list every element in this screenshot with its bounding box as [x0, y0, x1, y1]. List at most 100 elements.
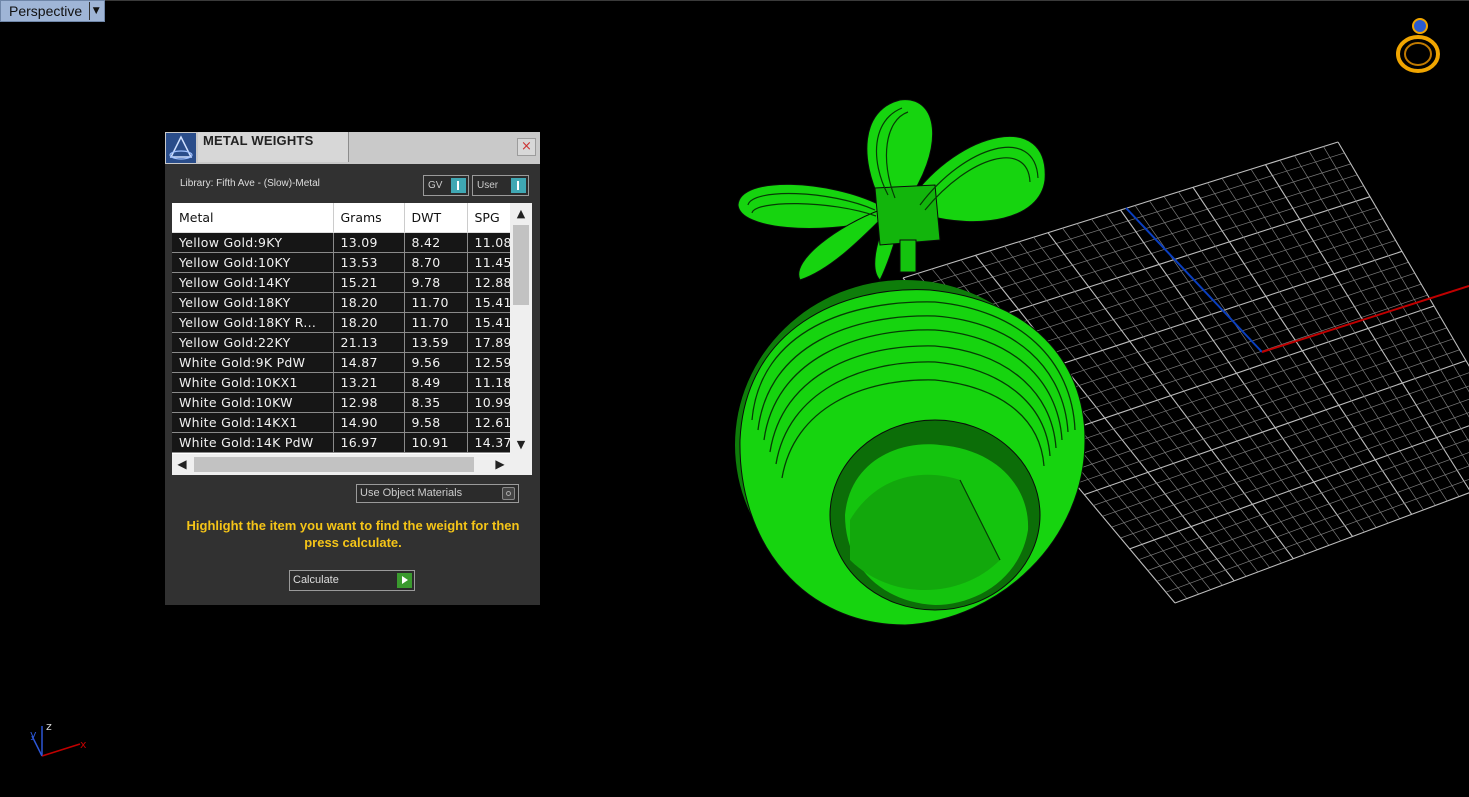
cell-grams[interactable]: 21.13: [333, 332, 405, 353]
table-row[interactable]: White Gold:9K PdW 14.87 9.56 12.59: [172, 352, 511, 373]
metal-table: Metal Grams DWT SPG Yellow Gold:9KY 13.09…: [172, 203, 532, 475]
cell-spg[interactable]: 17.89: [467, 332, 511, 353]
cell-grams[interactable]: 14.90: [333, 412, 405, 433]
grid-x-axis-line: [1261, 285, 1469, 353]
cell-metal[interactable]: White Gold:10KW: [172, 392, 334, 413]
cell-dwt[interactable]: 8.42: [404, 232, 468, 253]
grid-y-axis-line: [1125, 207, 1263, 353]
cell-grams[interactable]: 13.21: [333, 372, 405, 393]
cell-metal[interactable]: Yellow Gold:18KY: [172, 292, 334, 313]
cell-metal[interactable]: Yellow Gold:9KY: [172, 232, 334, 253]
metal-weights-dialog: METAL WEIGHTS × Library: Fifth Ave - (Sl…: [165, 132, 540, 605]
user-toggle-label: User: [477, 180, 499, 191]
calculate-button[interactable]: Calculate: [289, 570, 415, 591]
cell-grams[interactable]: 18.20: [333, 312, 405, 333]
cell-grams[interactable]: 16.97: [333, 432, 405, 453]
table-row[interactable]: Yellow Gold:18KY 18.20 11.70 15.41: [172, 292, 511, 313]
table-row[interactable]: White Gold:14K PdW 16.97 10.91 14.37: [172, 432, 511, 453]
cell-spg[interactable]: 12.59: [467, 352, 511, 373]
cell-spg[interactable]: 11.08: [467, 232, 511, 253]
cell-metal[interactable]: White Gold:10KX1: [172, 372, 334, 393]
use-object-materials-label: Use Object Materials: [360, 487, 463, 499]
cell-dwt[interactable]: 10.91: [404, 432, 468, 453]
grid-line: [1236, 173, 1448, 502]
table-row[interactable]: Yellow Gold:10KY 13.53 8.70 11.45: [172, 252, 511, 273]
user-toggle-switch[interactable]: [511, 178, 526, 193]
table-row[interactable]: White Gold:10KW 12.98 8.35 10.99: [172, 392, 511, 413]
close-icon[interactable]: ×: [517, 138, 536, 156]
user-toggle[interactable]: User: [472, 175, 529, 196]
dialog-title: METAL WEIGHTS: [203, 133, 314, 148]
play-icon[interactable]: [397, 573, 412, 588]
dialog-header[interactable]: METAL WEIGHTS ×: [165, 132, 540, 164]
horizontal-scrollbar[interactable]: ◀ ▶: [172, 454, 510, 475]
cell-dwt[interactable]: 11.70: [404, 292, 468, 313]
column-header-metal[interactable]: Metal: [172, 203, 334, 233]
column-header-dwt[interactable]: DWT: [404, 203, 468, 233]
grid-line: [1221, 178, 1436, 506]
cell-metal[interactable]: White Gold:14K PdW: [172, 432, 334, 453]
cell-grams[interactable]: 14.87: [333, 352, 405, 373]
cell-dwt[interactable]: 9.58: [404, 412, 468, 433]
cell-metal[interactable]: Yellow Gold:18KY R...: [172, 312, 334, 333]
cell-dwt[interactable]: 8.35: [404, 392, 468, 413]
scroll-up-icon[interactable]: ▲: [510, 205, 532, 223]
cell-spg[interactable]: 12.61: [467, 412, 511, 433]
cell-spg[interactable]: 14.37: [467, 432, 511, 453]
cell-dwt[interactable]: 13.59: [404, 332, 468, 353]
cell-metal[interactable]: Yellow Gold:14KY: [172, 272, 334, 293]
ring-logo-icon[interactable]: [1390, 16, 1446, 74]
table-row[interactable]: Yellow Gold:22KY 21.13 13.59 17.89: [172, 332, 511, 353]
cell-metal[interactable]: White Gold:14KX1: [172, 412, 334, 433]
cell-grams[interactable]: 12.98: [333, 392, 405, 413]
plugin-logo-icon: [166, 133, 196, 163]
vertical-scrollbar[interactable]: ▲ ▼: [510, 203, 532, 454]
ring-model[interactable]: [735, 99, 1086, 626]
scroll-right-icon[interactable]: ▶: [490, 454, 510, 475]
table-row[interactable]: Yellow Gold:14KY 15.21 9.78 12.88: [172, 272, 511, 293]
instruction-text: Highlight the item you want to find the …: [186, 518, 520, 550]
vertical-scroll-thumb[interactable]: [513, 225, 529, 305]
table-row[interactable]: Yellow Gold:18KY R... 18.20 11.70 15.41: [172, 312, 511, 333]
gv-toggle[interactable]: GV: [423, 175, 469, 196]
gv-toggle-switch[interactable]: [451, 178, 466, 193]
cell-dwt[interactable]: 11.70: [404, 312, 468, 333]
use-object-materials-toggle[interactable]: Use Object Materials: [356, 484, 519, 503]
table-row[interactable]: Yellow Gold:9KY 13.09 8.42 11.08: [172, 232, 511, 253]
cell-spg[interactable]: 12.88: [467, 272, 511, 293]
cell-spg[interactable]: 11.18: [467, 372, 511, 393]
library-label: Library: Fifth Ave - (Slow)-Metal: [180, 178, 320, 189]
grid-line: [1156, 465, 1469, 582]
cell-metal[interactable]: White Gold:9K PdW: [172, 352, 334, 373]
axis-x-label: x: [80, 738, 87, 751]
cell-grams[interactable]: 15.21: [333, 272, 405, 293]
column-header-spg[interactable]: SPG: [467, 203, 511, 233]
horizontal-scroll-thumb[interactable]: [194, 457, 474, 472]
cell-grams[interactable]: 18.20: [333, 292, 405, 313]
cell-grams[interactable]: 13.09: [333, 232, 405, 253]
column-header-grams[interactable]: Grams: [333, 203, 405, 233]
axis-y-label: y: [30, 728, 37, 741]
table-row[interactable]: White Gold:10KX1 13.21 8.49 11.18: [172, 372, 511, 393]
grid-line: [1279, 159, 1469, 467]
table-row[interactable]: White Gold:14KX1 14.90 9.58 12.61: [172, 412, 511, 433]
cell-spg[interactable]: 11.45: [467, 252, 511, 273]
grid-line: [1250, 169, 1460, 497]
cell-spg[interactable]: 10.99: [467, 392, 511, 413]
grid-line: [1120, 412, 1469, 539]
cell-dwt[interactable]: 9.78: [404, 272, 468, 293]
cell-spg[interactable]: 15.41: [467, 292, 511, 313]
cell-spg[interactable]: 15.41: [467, 312, 511, 333]
cell-dwt[interactable]: 9.56: [404, 352, 468, 373]
scroll-left-icon[interactable]: ◀: [172, 454, 192, 475]
cell-metal[interactable]: Yellow Gold:22KY: [172, 332, 334, 353]
cell-grams[interactable]: 13.53: [333, 252, 405, 273]
scroll-down-icon[interactable]: ▼: [510, 436, 532, 454]
axis-gizmo: z y x: [30, 720, 87, 757]
cell-metal[interactable]: Yellow Gold:10KY: [172, 252, 334, 273]
table-header-row: Metal Grams DWT SPG: [172, 203, 511, 233]
use-object-materials-radio[interactable]: [502, 487, 515, 500]
cell-dwt[interactable]: 8.49: [404, 372, 468, 393]
cell-dwt[interactable]: 8.70: [404, 252, 468, 273]
grid-line: [1294, 155, 1469, 443]
